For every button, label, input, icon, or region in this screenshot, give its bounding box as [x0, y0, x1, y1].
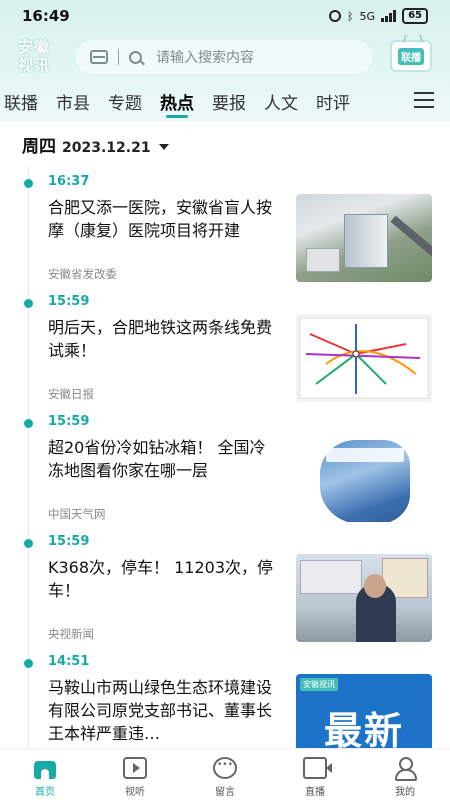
alarm-icon — [328, 10, 341, 22]
nav-label: 视听 — [125, 787, 145, 798]
scan-icon[interactable] — [90, 50, 108, 64]
status-icons: ᛒ 5G 65 — [328, 8, 428, 24]
news-thumbnail[interactable]: 安徽视讯 最新 — [296, 674, 432, 748]
live-icon — [303, 757, 332, 779]
tab-shiping[interactable]: 时评 — [316, 89, 350, 114]
bottom-nav: 首页 视听 留言 直播 我的 — [0, 748, 450, 800]
date-selector[interactable]: 周四 2023.12.21 — [22, 132, 169, 157]
news-item[interactable]: 16:37 合肥又添一医院，安徽省盲人按摩（康复）医院项目将开建 安徽省发改委 — [0, 166, 450, 286]
tab-shixian[interactable]: 市县 — [56, 89, 90, 114]
category-tabs: 联播 市县 专题 热点 要报 人文 时评 — [0, 86, 450, 118]
news-source: 央视新闻 — [48, 627, 94, 641]
nav-label: 首页 — [35, 787, 55, 798]
news-title[interactable]: 明后天，合肥地铁这两条线免费试乘！ — [48, 316, 280, 362]
timeline-dot — [24, 539, 33, 548]
nav-label: 我的 — [395, 787, 415, 798]
search-divider — [118, 49, 119, 65]
lianbo-tv-button[interactable]: 联播 — [390, 40, 432, 72]
battery-indicator: 65 — [402, 8, 428, 24]
nav-label: 留言 — [215, 787, 235, 798]
news-item[interactable]: 15:59 超20省份冷如钻冰箱！ 全国冷冻地图看你家在哪一层 中国天气网 — [0, 406, 450, 526]
news-time: 15:59 — [48, 294, 90, 309]
status-time: 16:49 — [22, 7, 70, 25]
news-source: 中国天气网 — [48, 507, 106, 521]
weekday-label: 周四 — [22, 137, 56, 157]
nav-video[interactable]: 视听 — [90, 749, 180, 800]
home-icon — [33, 757, 57, 779]
news-time: 15:59 — [48, 534, 90, 549]
news-thumbnail[interactable] — [296, 194, 432, 282]
tab-yaobao[interactable]: 要报 — [212, 89, 246, 114]
tab-renwen[interactable]: 人文 — [264, 89, 298, 114]
bluetooth-icon: ᛒ — [346, 9, 354, 23]
tab-zhuanti[interactable]: 专题 — [108, 89, 142, 114]
tab-lianbo[interactable]: 联播 — [4, 89, 38, 114]
tab-redian[interactable]: 热点 — [160, 89, 194, 118]
nav-profile[interactable]: 我的 — [360, 749, 450, 800]
nav-message[interactable]: 留言 — [180, 749, 270, 800]
nav-label: 直播 — [305, 787, 325, 798]
news-title[interactable]: 超20省份冷如钻冰箱！ 全国冷冻地图看你家在哪一层 — [48, 436, 280, 482]
news-title[interactable]: K368次，停车！ 11203次，停车！ — [48, 556, 280, 602]
news-feed: 16:37 合肥又添一医院，安徽省盲人按摩（康复）医院项目将开建 安徽省发改委 … — [0, 166, 450, 748]
news-time: 16:37 — [48, 174, 90, 189]
news-thumbnail[interactable] — [296, 554, 432, 642]
news-time: 14:51 — [48, 654, 90, 669]
lianbo-tv-label: 联播 — [398, 47, 424, 65]
timeline-dot — [24, 179, 33, 188]
news-source: 安徽省发改委 — [48, 267, 117, 281]
app-logo[interactable]: 安徽视讯 — [18, 38, 62, 74]
timeline-dot — [24, 659, 33, 668]
profile-icon — [393, 757, 417, 781]
thumb-text: 最新 — [323, 709, 404, 748]
video-icon — [123, 757, 147, 779]
caret-down-icon[interactable] — [158, 144, 169, 150]
menu-icon[interactable] — [414, 92, 434, 108]
network-label: 5G — [359, 9, 376, 23]
nav-home[interactable]: 首页 — [0, 749, 90, 800]
metro-map-image — [299, 317, 429, 399]
news-time: 15:59 — [48, 414, 90, 429]
signal-icon — [381, 10, 397, 22]
news-title[interactable]: 合肥又添一医院，安徽省盲人按摩（康复）医院项目将开建 — [48, 196, 280, 242]
news-item[interactable]: 15:59 K368次，停车！ 11203次，停车！ 央视新闻 — [0, 526, 450, 646]
news-thumbnail[interactable] — [296, 314, 432, 402]
news-source: 安徽日报 — [48, 387, 94, 401]
news-thumbnail[interactable] — [296, 434, 432, 522]
date-label: 2023.12.21 — [62, 140, 151, 156]
news-title[interactable]: 马鞍山市两山绿色生态环境建设有限公司原党支部书记、董事长王本祥严重违… — [48, 676, 280, 745]
news-item[interactable]: 14:51 马鞍山市两山绿色生态环境建设有限公司原党支部书记、董事长王本祥严重违… — [0, 646, 450, 748]
news-item[interactable]: 15:59 明后天，合肥地铁这两条线免费试乘！ 安徽日报 — [0, 286, 450, 406]
search-bar[interactable]: 请输入搜索内容 — [76, 40, 372, 74]
timeline-dot — [24, 419, 33, 428]
nav-live[interactable]: 直播 — [270, 749, 360, 800]
timeline-dot — [24, 299, 33, 308]
status-bar: 16:49 ᛒ 5G 65 — [0, 0, 450, 32]
search-icon — [129, 50, 142, 64]
message-icon — [213, 757, 237, 779]
thumb-badge: 安徽视讯 — [300, 678, 338, 691]
search-input[interactable]: 请输入搜索内容 — [156, 47, 254, 67]
